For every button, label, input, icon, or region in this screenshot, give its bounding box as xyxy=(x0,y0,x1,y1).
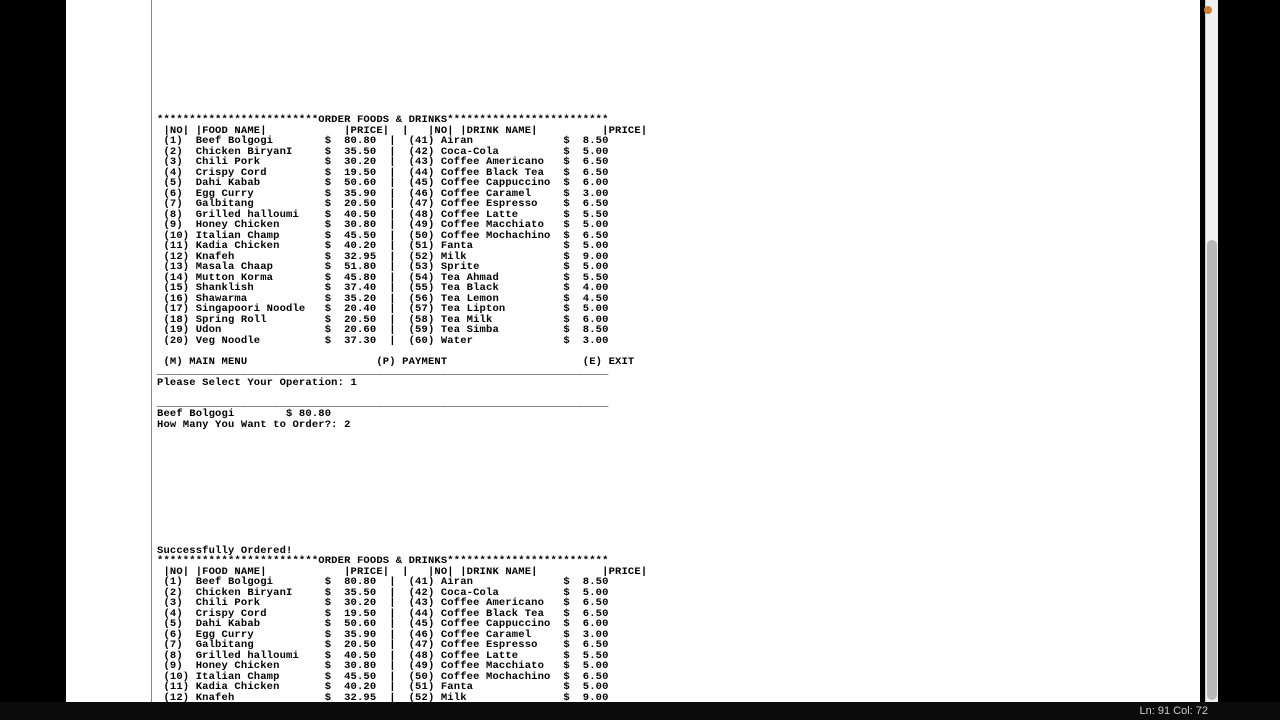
terminal-output: *************************ORDER FOODS & D… xyxy=(157,115,647,702)
scrollbar-track[interactable] xyxy=(1205,0,1218,702)
window-control-dot[interactable] xyxy=(1204,6,1212,14)
status-bar: Ln: 91 Col: 72 xyxy=(0,702,1280,720)
gutter-border xyxy=(151,0,152,702)
cursor-position: Ln: 91 Col: 72 xyxy=(1140,705,1209,717)
scrollbar-thumb[interactable] xyxy=(1207,240,1217,700)
editor-pane: *************************ORDER FOODS & D… xyxy=(66,0,1200,702)
